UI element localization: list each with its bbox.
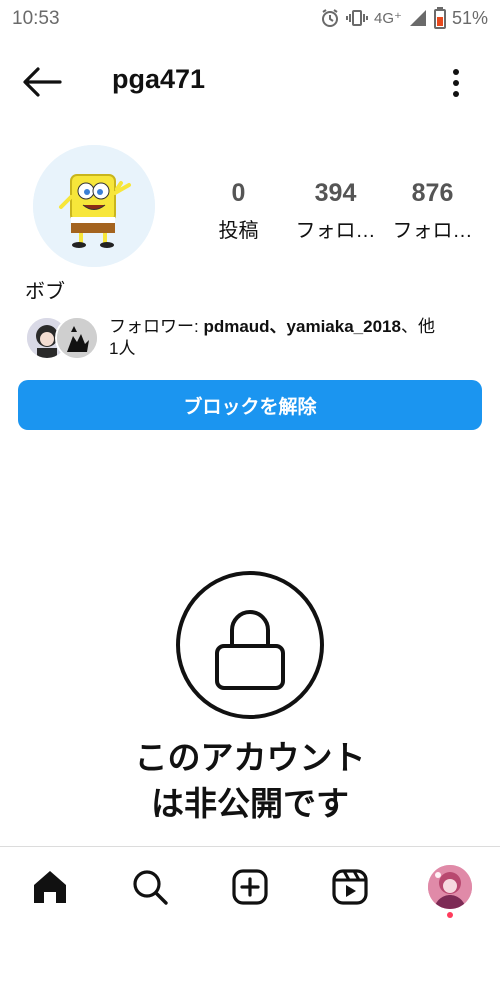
- lock-icon: [176, 571, 324, 719]
- signal-icon: [409, 10, 426, 26]
- arrow-left-icon: [23, 67, 62, 97]
- reels-icon: [332, 869, 368, 905]
- private-account-message: このアカウント は非公開です: [100, 735, 400, 827]
- home-icon: [34, 871, 66, 903]
- lock-badge: [175, 570, 325, 720]
- posts-label: 投稿: [218, 220, 259, 242]
- following-stat[interactable]: 876 フォロ…: [384, 178, 481, 243]
- display-name: ボブ: [25, 281, 65, 303]
- profile-stats: 0 投稿 394 フォロ… 876 フォロ…: [190, 178, 490, 243]
- search-icon: [133, 870, 168, 905]
- following-label: フォロ…: [392, 220, 473, 242]
- battery-percent: 51%: [451, 7, 488, 28]
- followed-by-prefix: フォロワー:: [109, 317, 204, 336]
- private-message-line2: は非公開です: [151, 785, 349, 822]
- network-type: 4G⁺: [374, 10, 402, 27]
- status-bar: 10:53 4G⁺ 51%: [0, 0, 500, 40]
- bottom-navigation: [0, 846, 500, 927]
- private-message-line1: このアカウント: [134, 739, 366, 776]
- follower-avatar-image: [57, 318, 97, 358]
- nav-reels-button[interactable]: [330, 867, 370, 907]
- followed-by-text: フォロワー: pdmaud、yamiaka_2018、他 1人: [109, 316, 479, 360]
- battery-icon: [433, 7, 446, 29]
- followers-stat[interactable]: 394 フォロ…: [287, 178, 384, 243]
- followers-label: フォロ…: [295, 220, 376, 242]
- nav-search-button[interactable]: [130, 867, 170, 907]
- nav-profile-button[interactable]: [428, 865, 472, 909]
- nav-home-button[interactable]: [30, 867, 70, 907]
- profile-avatar[interactable]: [33, 145, 155, 267]
- followed-by-count: 1人: [109, 339, 136, 358]
- followed-by-suffix: 、他: [400, 317, 435, 336]
- back-button[interactable]: [20, 64, 64, 100]
- status-time: 10:53: [12, 8, 60, 29]
- profile-notification-dot: [447, 912, 453, 918]
- nav-new-post-button[interactable]: [230, 867, 270, 907]
- plus-square-icon: [232, 869, 268, 905]
- follower-avatar: [55, 316, 99, 360]
- spongebob-avatar-image: [33, 145, 155, 267]
- followers-count: 394: [314, 179, 357, 207]
- profile-header: pga471: [0, 50, 500, 114]
- followed-by-row[interactable]: フォロワー: pdmaud、yamiaka_2018、他 1人: [25, 316, 485, 360]
- posts-count: 0: [231, 179, 246, 207]
- unblock-button[interactable]: ブロックを解除: [18, 380, 482, 430]
- username-title: pga471: [112, 64, 206, 94]
- status-icons: 4G⁺ 51%: [320, 7, 488, 29]
- alarm-icon: [322, 9, 339, 27]
- followed-by-names: pdmaud、yamiaka_2018: [203, 317, 401, 336]
- vibrate-icon: [346, 10, 369, 26]
- profile-avatar-image: [428, 865, 472, 909]
- more-options-button[interactable]: [444, 66, 468, 100]
- posts-stat: 0 投稿: [190, 178, 287, 243]
- following-count: 876: [411, 179, 454, 207]
- more-vertical-icon: [453, 69, 459, 97]
